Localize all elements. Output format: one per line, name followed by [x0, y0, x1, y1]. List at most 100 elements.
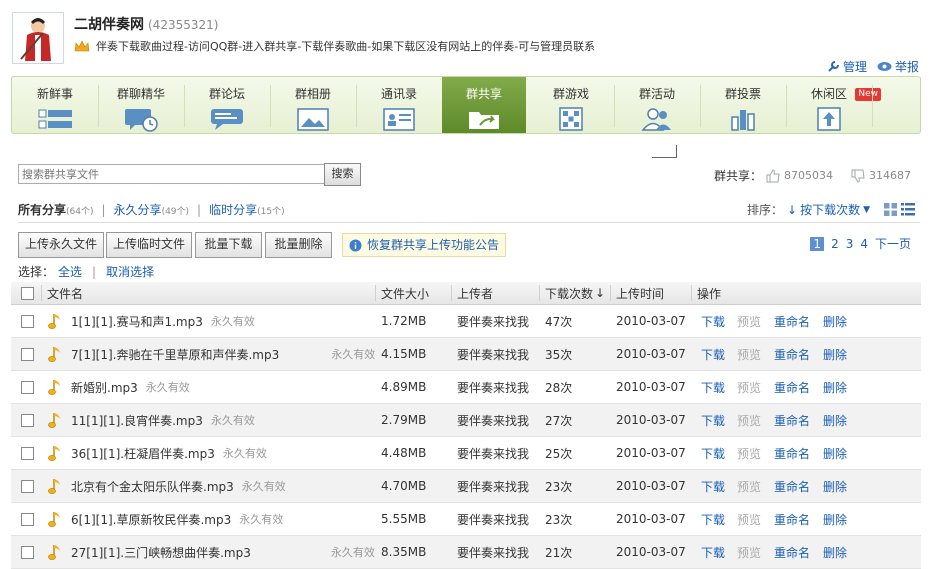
row-checkbox[interactable]	[21, 446, 34, 460]
tab-label: 群论坛	[208, 87, 245, 101]
delete-link[interactable]: 删除	[823, 437, 847, 469]
row-checkbox[interactable]	[21, 380, 34, 394]
preview-link[interactable]: 预览	[737, 338, 761, 370]
download-link[interactable]: 下载	[701, 437, 725, 469]
delete-link[interactable]: 删除	[823, 305, 847, 337]
batch-delete-button[interactable]: 批量删除	[265, 232, 332, 258]
manage-link[interactable]: 管理	[827, 58, 867, 75]
preview-link[interactable]: 预览	[737, 371, 761, 403]
tab-games[interactable]: 群游戏	[528, 77, 614, 133]
cancel-selection-link[interactable]: 取消选择	[106, 263, 154, 280]
sort-dropdown[interactable]: ↓ 按下载次数 ▼	[787, 201, 870, 218]
preview-link[interactable]: 预览	[737, 305, 761, 337]
filter-temporary[interactable]: 临时分享(15个)	[209, 201, 285, 218]
tab-album[interactable]: 群相册	[270, 77, 356, 133]
upload-permanent-button[interactable]: 上传永久文件	[18, 232, 104, 258]
delete-link[interactable]: 删除	[823, 338, 847, 370]
rename-link[interactable]: 重命名	[774, 503, 810, 535]
filter-all[interactable]: 所有分享(64个)	[18, 201, 94, 218]
rename-link[interactable]: 重命名	[774, 470, 810, 502]
row-checkbox-cell	[21, 338, 34, 370]
tab-forum[interactable]: 群论坛	[184, 77, 270, 133]
select-all-checkbox[interactable]	[21, 286, 34, 300]
file-name[interactable]: 36[1][1].枉凝眉伴奏.mp3	[71, 445, 215, 462]
rename-link[interactable]: 重命名	[774, 536, 810, 568]
preview-link[interactable]: 预览	[737, 404, 761, 436]
rename-link[interactable]: 重命名	[774, 338, 810, 370]
upload-temporary-button[interactable]: 上传临时文件	[106, 232, 192, 258]
file-name[interactable]: 1[1][1].赛马和声1.mp3	[71, 313, 203, 330]
filename-cell[interactable]: 6[1][1].草原新牧民伴奏.mp3 永久有效	[71, 503, 283, 535]
file-name[interactable]: 11[1][1].良宵伴奏.mp3	[71, 412, 203, 429]
table-header: 文件名 文件大小 上传者 下载次数 ↓ 上传时间 操作	[11, 282, 921, 305]
file-name[interactable]: 27[1][1].三门峡畅想曲伴奏.mp3	[71, 544, 251, 561]
row-checkbox-cell	[21, 437, 34, 469]
filename-cell[interactable]: 27[1][1].三门峡畅想曲伴奏.mp3 永久有效	[71, 536, 375, 568]
header-downloads[interactable]: 下载次数 ↓	[545, 282, 605, 304]
next-page-link[interactable]: 下一页	[875, 235, 911, 252]
page-2[interactable]: 2	[831, 237, 839, 251]
page-4[interactable]: 4	[860, 237, 868, 251]
download-link[interactable]: 下载	[701, 338, 725, 370]
batch-download-button[interactable]: 批量下载	[195, 232, 262, 258]
delete-link[interactable]: 删除	[823, 371, 847, 403]
tab-contacts[interactable]: 通讯录	[356, 77, 442, 133]
tab-chat-digest[interactable]: 群聊精华	[98, 77, 184, 133]
group-avatar[interactable]	[12, 12, 64, 64]
filter-all-count: (64个)	[66, 207, 94, 217]
download-link[interactable]: 下载	[701, 305, 725, 337]
rename-link[interactable]: 重命名	[774, 437, 810, 469]
filename-cell[interactable]: 新婚别.mp3 永久有效	[71, 371, 190, 403]
search-button[interactable]: 搜索	[324, 163, 361, 186]
preview-link[interactable]: 预览	[737, 437, 761, 469]
grid-view-icon[interactable]	[884, 203, 897, 216]
preview-link[interactable]: 预览	[737, 536, 761, 568]
filename-cell[interactable]: 北京有个金太阳乐队伴奏.mp3 永久有效	[71, 470, 286, 502]
delete-link[interactable]: 删除	[823, 470, 847, 502]
row-checkbox[interactable]	[21, 314, 34, 328]
file-name[interactable]: 新婚别.mp3	[71, 379, 138, 396]
row-checkbox-cell	[21, 305, 34, 337]
row-checkbox[interactable]	[21, 512, 34, 526]
page-3[interactable]: 3	[846, 237, 854, 251]
tab-leisure[interactable]: 休闲区 New	[786, 77, 881, 133]
filter-permanent[interactable]: 永久分享(49个)	[114, 201, 190, 218]
delete-link[interactable]: 删除	[823, 404, 847, 436]
thumbs-up-icon[interactable]	[766, 168, 780, 183]
search-input[interactable]	[18, 164, 326, 184]
row-checkbox[interactable]	[21, 479, 34, 493]
download-link[interactable]: 下载	[701, 470, 725, 502]
delete-link[interactable]: 删除	[823, 536, 847, 568]
tab-label: 新鲜事	[36, 87, 73, 101]
download-link[interactable]: 下载	[701, 404, 725, 436]
rename-link[interactable]: 重命名	[774, 305, 810, 337]
row-checkbox[interactable]	[21, 413, 34, 427]
list-view-icon[interactable]	[901, 203, 915, 216]
tab-vote[interactable]: 群投票	[700, 77, 786, 133]
preview-link[interactable]: 预览	[737, 470, 761, 502]
row-checkbox[interactable]	[21, 545, 34, 559]
file-name[interactable]: 7[1][1].奔驰在千里草原和声伴奏.mp3	[71, 346, 279, 363]
delete-link[interactable]: 删除	[823, 503, 847, 535]
filename-cell[interactable]: 7[1][1].奔驰在千里草原和声伴奏.mp3 永久有效	[71, 338, 375, 370]
rename-link[interactable]: 重命名	[774, 371, 810, 403]
page-1[interactable]: 1	[810, 236, 825, 251]
restore-upload-notice[interactable]: 恢复群共享上传功能公告	[342, 233, 507, 257]
download-link[interactable]: 下载	[701, 371, 725, 403]
filename-cell[interactable]: 36[1][1].枉凝眉伴奏.mp3 永久有效	[71, 437, 267, 469]
tab-activities[interactable]: 群活动	[614, 77, 700, 133]
download-link[interactable]: 下载	[701, 503, 725, 535]
row-checkbox[interactable]	[21, 347, 34, 361]
filename-cell[interactable]: 1[1][1].赛马和声1.mp3 永久有效	[71, 305, 255, 337]
select-all-link[interactable]: 全选	[58, 263, 82, 280]
report-link[interactable]: 举报	[877, 58, 919, 75]
file-name[interactable]: 6[1][1].草原新牧民伴奏.mp3	[71, 511, 231, 528]
tab-group-share[interactable]: 群共享	[442, 77, 526, 133]
filename-cell[interactable]: 11[1][1].良宵伴奏.mp3 永久有效	[71, 404, 255, 436]
rename-link[interactable]: 重命名	[774, 404, 810, 436]
file-name[interactable]: 北京有个金太阳乐队伴奏.mp3	[71, 478, 234, 495]
preview-link[interactable]: 预览	[737, 503, 761, 535]
download-link[interactable]: 下载	[701, 536, 725, 568]
thumbs-down-icon[interactable]	[851, 169, 865, 183]
tab-news[interactable]: 新鲜事	[12, 77, 98, 133]
